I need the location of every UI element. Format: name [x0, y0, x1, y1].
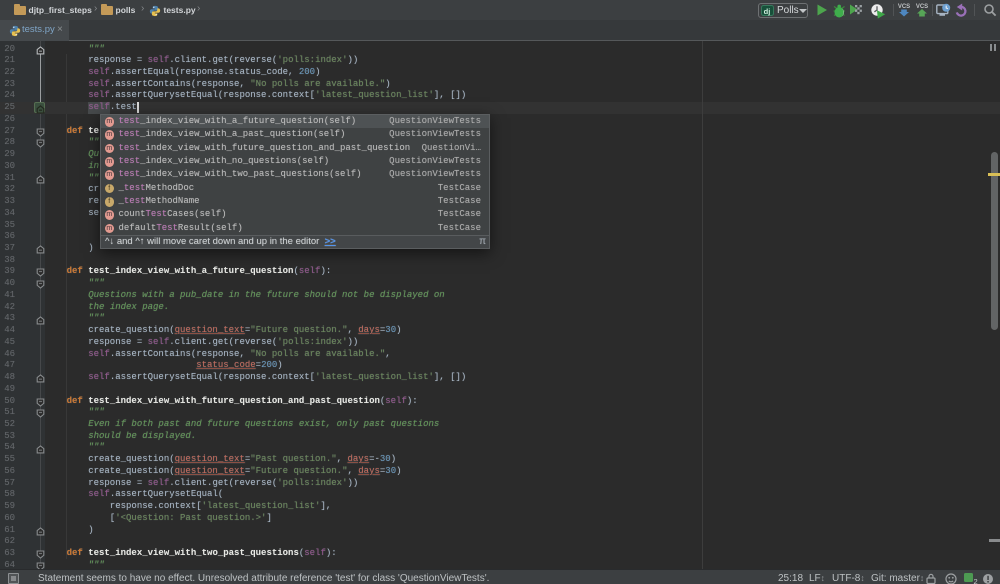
svg-text:VCS: VCS: [898, 4, 910, 10]
